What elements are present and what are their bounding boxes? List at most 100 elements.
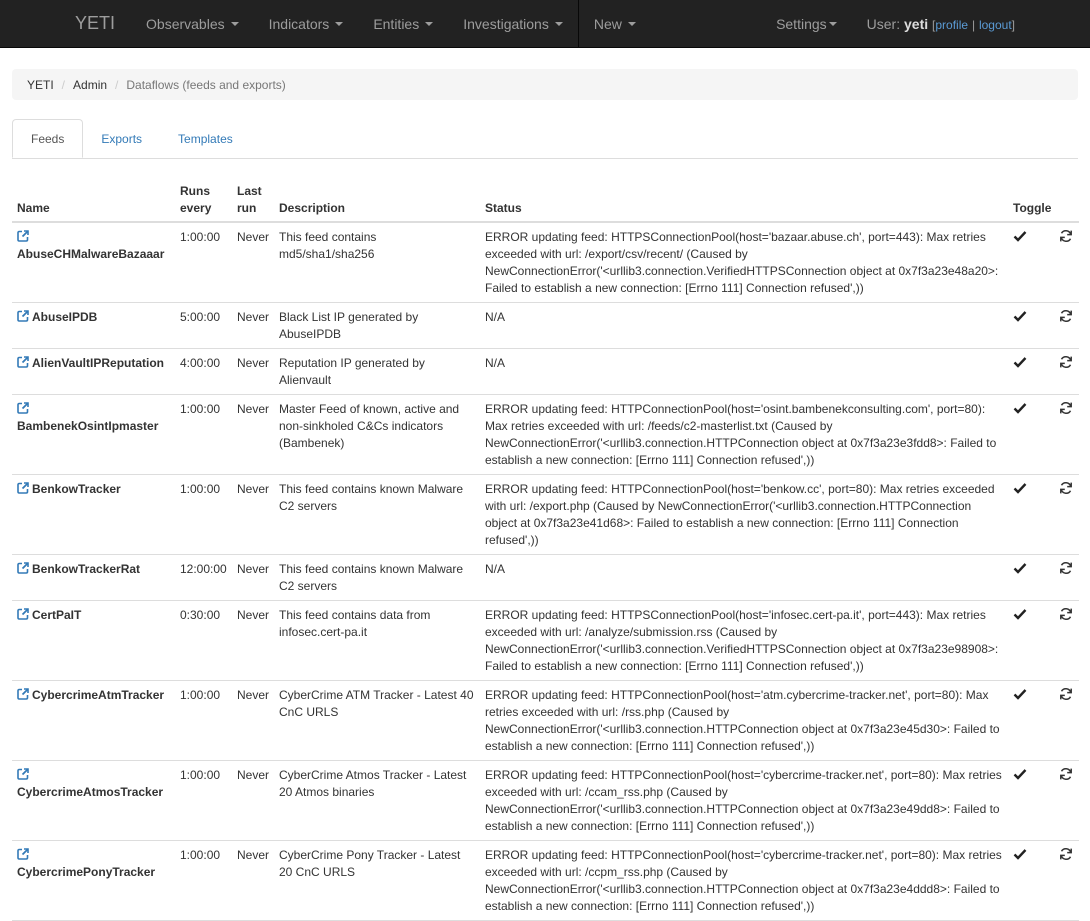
external-link-icon[interactable] — [17, 768, 29, 780]
feed-status: ERROR updating feed: HTTPSConnectionPool… — [480, 600, 1008, 681]
caret-down-icon — [627, 21, 636, 26]
feed-name: AbuseIPDB — [32, 310, 98, 324]
feed-runs-every: 12:00:00 — [175, 554, 232, 601]
caret-down-icon — [828, 21, 837, 26]
feed-last-run: Never — [232, 302, 274, 349]
col-header-runs-every: Runs every — [175, 173, 232, 223]
feed-refresh-cell — [1048, 840, 1079, 921]
refresh-icon[interactable] — [1059, 561, 1073, 575]
refresh-icon[interactable] — [1059, 847, 1073, 861]
feed-description: CyberCrime ATM Tracker - Latest 40 CnC U… — [274, 680, 480, 761]
check-icon[interactable] — [1013, 561, 1027, 575]
refresh-icon[interactable] — [1059, 229, 1073, 243]
logout-link[interactable]: logout — [979, 18, 1012, 32]
check-icon[interactable] — [1013, 847, 1027, 861]
table-row: AlienVaultIPReputation 4:00:00 Never Reputa… — [12, 348, 1079, 395]
feed-toggle-cell — [1008, 554, 1048, 601]
feed-description: Black List IP generated by AbuseIPDB — [274, 302, 480, 349]
external-link-icon[interactable] — [17, 688, 29, 700]
feed-name-cell: BenkowTrackerRat — [12, 554, 175, 601]
feed-description: This feed contains known Malware C2 serv… — [274, 474, 480, 555]
col-header-status: Status — [480, 173, 1008, 223]
feed-description: This feed contains md5/sha1/sha256 — [274, 222, 480, 303]
breadcrumb-current: Dataflows (feeds and exports) — [126, 77, 286, 92]
feed-toggle-cell — [1008, 302, 1048, 349]
feed-description: CyberCrime Pony Tracker - Latest 20 CnC … — [274, 840, 480, 921]
check-icon[interactable] — [1013, 687, 1027, 701]
tab-templates[interactable]: Templates — [160, 119, 251, 158]
bracket-close: ] — [1011, 17, 1015, 32]
feed-name: CybercrimePonyTracker — [17, 865, 156, 879]
check-icon[interactable] — [1013, 607, 1027, 621]
breadcrumb-yeti[interactable]: YETI — [27, 78, 54, 92]
check-icon[interactable] — [1013, 481, 1027, 495]
feed-description: This feed contains data from infosec.cer… — [274, 600, 480, 681]
feed-refresh-cell — [1048, 554, 1079, 601]
refresh-icon[interactable] — [1059, 607, 1073, 621]
nav-menu-indicators[interactable]: Indicators — [254, 0, 359, 47]
refresh-icon[interactable] — [1059, 309, 1073, 323]
external-link-icon[interactable] — [17, 608, 29, 620]
feed-toggle-cell — [1008, 760, 1048, 841]
feed-name-cell: AbuseIPDB — [12, 302, 175, 349]
refresh-icon[interactable] — [1059, 767, 1073, 781]
feed-name-cell: CybercrimeAtmTracker — [12, 680, 175, 761]
table-row: BenkowTrackerRat 12:00:00 Never This feed c… — [12, 554, 1079, 601]
tab-feeds[interactable]: Feeds — [12, 119, 84, 158]
external-link-icon[interactable] — [17, 562, 29, 574]
feed-last-run: Never — [232, 600, 274, 681]
table-row: CybercrimePonyTracker 1:00:00 Never CyberCr… — [12, 840, 1079, 921]
check-icon[interactable] — [1013, 309, 1027, 323]
check-icon[interactable] — [1013, 401, 1027, 415]
table-row: AbuseIPDB 5:00:00 Never Black List IP gener… — [12, 302, 1079, 349]
feed-status: ERROR updating feed: HTTPConnectionPool(… — [480, 394, 1008, 475]
nav-menu-label: Investigations — [463, 15, 549, 32]
feed-runs-every: 1:00:00 — [175, 474, 232, 555]
external-link-icon[interactable] — [17, 402, 29, 414]
caret-down-icon — [335, 21, 344, 26]
feed-name: CybercrimeAtmTracker — [32, 688, 165, 702]
check-icon[interactable] — [1013, 767, 1027, 781]
feed-toggle-cell — [1008, 394, 1048, 475]
feed-last-run: Never — [232, 680, 274, 761]
feed-toggle-cell — [1008, 600, 1048, 681]
table-row: BambenekOsintIpmaster 1:00:00 Never Master … — [12, 394, 1079, 475]
nav-menu-investigations[interactable]: Investigations — [448, 0, 578, 47]
feed-runs-every: 1:00:00 — [175, 840, 232, 921]
check-icon[interactable] — [1013, 355, 1027, 369]
feed-runs-every: 4:00:00 — [175, 348, 232, 395]
nav-right: Settings User: yeti [profile | logout] — [761, 0, 1090, 47]
nav-menu-entities[interactable]: Entities — [358, 0, 448, 47]
breadcrumb-separator: / — [61, 77, 66, 92]
external-link-icon[interactable] — [17, 482, 29, 494]
external-link-icon[interactable] — [17, 356, 29, 368]
table-row: CybercrimeAtmTracker 1:00:00 Never CyberCri… — [12, 680, 1079, 761]
feed-toggle-cell — [1008, 348, 1048, 395]
check-icon[interactable] — [1013, 229, 1027, 243]
nav-menu-new[interactable]: New — [579, 0, 651, 47]
refresh-icon[interactable] — [1059, 687, 1073, 701]
breadcrumb-admin[interactable]: Admin — [73, 78, 107, 92]
feed-status: ERROR updating feed: HTTPConnectionPool(… — [480, 474, 1008, 555]
nav-menu-observables[interactable]: Observables — [131, 0, 254, 47]
external-link-icon[interactable] — [17, 848, 29, 860]
feed-name-cell: AlienVaultIPReputation — [12, 348, 175, 395]
breadcrumb: YETI / Admin / Dataflows (feeds and expo… — [12, 69, 1078, 100]
caret-down-icon — [230, 21, 239, 26]
brand-link[interactable]: YETI — [75, 13, 115, 34]
profile-link[interactable]: profile — [935, 18, 968, 32]
feed-refresh-cell — [1048, 474, 1079, 555]
refresh-icon[interactable] — [1059, 355, 1073, 369]
table-row: AbuseCHMalwareBazaaar 1:00:00 Never This fe… — [12, 222, 1079, 303]
pipe-separator: | — [971, 17, 976, 32]
nav-menu-settings[interactable]: Settings — [761, 0, 852, 47]
feed-status: N/A — [480, 554, 1008, 601]
feed-name: AlienVaultIPReputation — [32, 356, 165, 370]
feed-runs-every: 1:00:00 — [175, 760, 232, 841]
feed-runs-every: 1:00:00 — [175, 680, 232, 761]
tab-exports[interactable]: Exports — [83, 119, 160, 158]
refresh-icon[interactable] — [1059, 401, 1073, 415]
external-link-icon[interactable] — [17, 310, 29, 322]
refresh-icon[interactable] — [1059, 481, 1073, 495]
external-link-icon[interactable] — [17, 230, 29, 242]
